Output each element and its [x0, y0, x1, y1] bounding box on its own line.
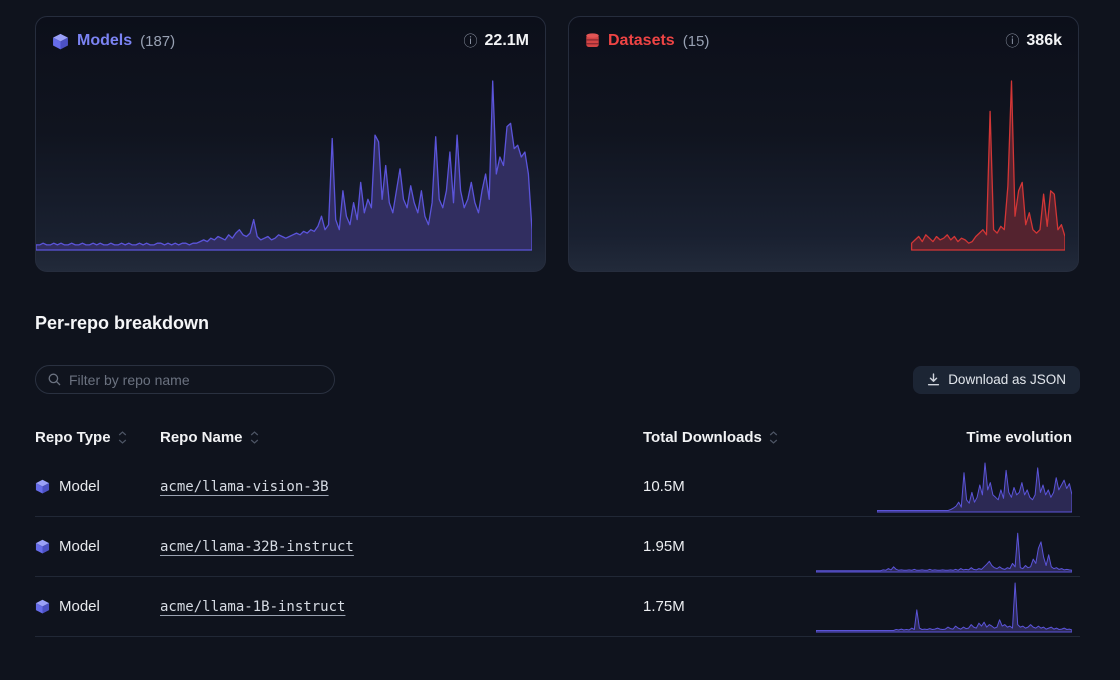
cube-icon: [35, 479, 50, 494]
repo-sparkline-chart[interactable]: [877, 461, 1072, 513]
download-json-label: Download as JSON: [948, 372, 1066, 387]
page-title: Per-repo breakdown: [35, 313, 1080, 334]
models-card-title[interactable]: Models: [77, 32, 132, 50]
per-repo-table: Repo Type Repo Name Total Downloads: [35, 417, 1080, 637]
download-icon: [927, 373, 940, 386]
repo-type-cell: Model: [35, 538, 160, 555]
info-icon[interactable]: ⓘ: [464, 34, 478, 48]
datasets-total-downloads: 386k: [1026, 32, 1062, 50]
table-row: Model acme/llama-32B-instruct 1.95M: [35, 517, 1080, 577]
models-total-downloads: 22.1M: [485, 32, 529, 50]
repo-sparkline-chart[interactable]: [816, 581, 1072, 633]
repo-type-cell: Model: [35, 478, 160, 495]
download-json-button[interactable]: Download as JSON: [913, 366, 1080, 394]
cube-icon: [35, 539, 50, 554]
time-evolution-cell: [810, 517, 1080, 576]
models-card-header: Models (187) ⓘ 22.1M: [36, 17, 545, 50]
column-header-time-evolution: Time evolution: [810, 429, 1080, 446]
datasets-downloads-chart[interactable]: [569, 79, 1065, 251]
repo-name-link[interactable]: acme/llama-32B-instruct: [160, 539, 354, 555]
dashboard: Models (187) ⓘ 22.1M: [0, 0, 1120, 637]
table-header-row: Repo Type Repo Name Total Downloads: [35, 417, 1080, 457]
datasets-card-header: Datasets (15) ⓘ 386k: [569, 17, 1078, 50]
repo-filter[interactable]: [35, 365, 335, 394]
column-header-repo-type[interactable]: Repo Type: [35, 429, 160, 446]
sort-icon[interactable]: [250, 431, 259, 444]
search-icon: [48, 373, 61, 386]
repo-sparkline-chart[interactable]: [816, 527, 1072, 573]
models-count: (187): [140, 33, 175, 50]
search-input[interactable]: [69, 372, 322, 388]
time-evolution-cell: [810, 457, 1080, 516]
datasets-card: Datasets (15) ⓘ 386k: [568, 16, 1079, 272]
summary-cards-row: Models (187) ⓘ 22.1M: [35, 16, 1080, 272]
total-downloads-cell: 1.75M: [643, 598, 810, 615]
total-downloads-cell: 10.5M: [643, 478, 810, 495]
total-downloads-cell: 1.95M: [643, 538, 810, 555]
column-header-repo-name[interactable]: Repo Name: [160, 429, 643, 446]
repo-type-cell: Model: [35, 598, 160, 615]
table-toolbar: Download as JSON: [35, 365, 1080, 394]
table-row: Model acme/llama-1B-instruct 1.75M: [35, 577, 1080, 637]
cube-icon: [52, 33, 69, 50]
sort-icon[interactable]: [769, 431, 778, 444]
models-card: Models (187) ⓘ 22.1M: [35, 16, 546, 272]
column-header-total-downloads[interactable]: Total Downloads: [643, 429, 810, 446]
datasets-card-title[interactable]: Datasets: [608, 32, 675, 50]
time-evolution-cell: [810, 577, 1080, 636]
info-icon[interactable]: ⓘ: [1005, 34, 1019, 48]
repo-name-link[interactable]: acme/llama-vision-3B: [160, 479, 329, 495]
database-icon: [585, 33, 600, 49]
repo-name-link[interactable]: acme/llama-1B-instruct: [160, 599, 345, 615]
models-downloads-chart[interactable]: [36, 79, 532, 251]
table-row: Model acme/llama-vision-3B 10.5M: [35, 457, 1080, 517]
datasets-count: (15): [683, 33, 710, 50]
sort-icon[interactable]: [118, 431, 127, 444]
cube-icon: [35, 599, 50, 614]
